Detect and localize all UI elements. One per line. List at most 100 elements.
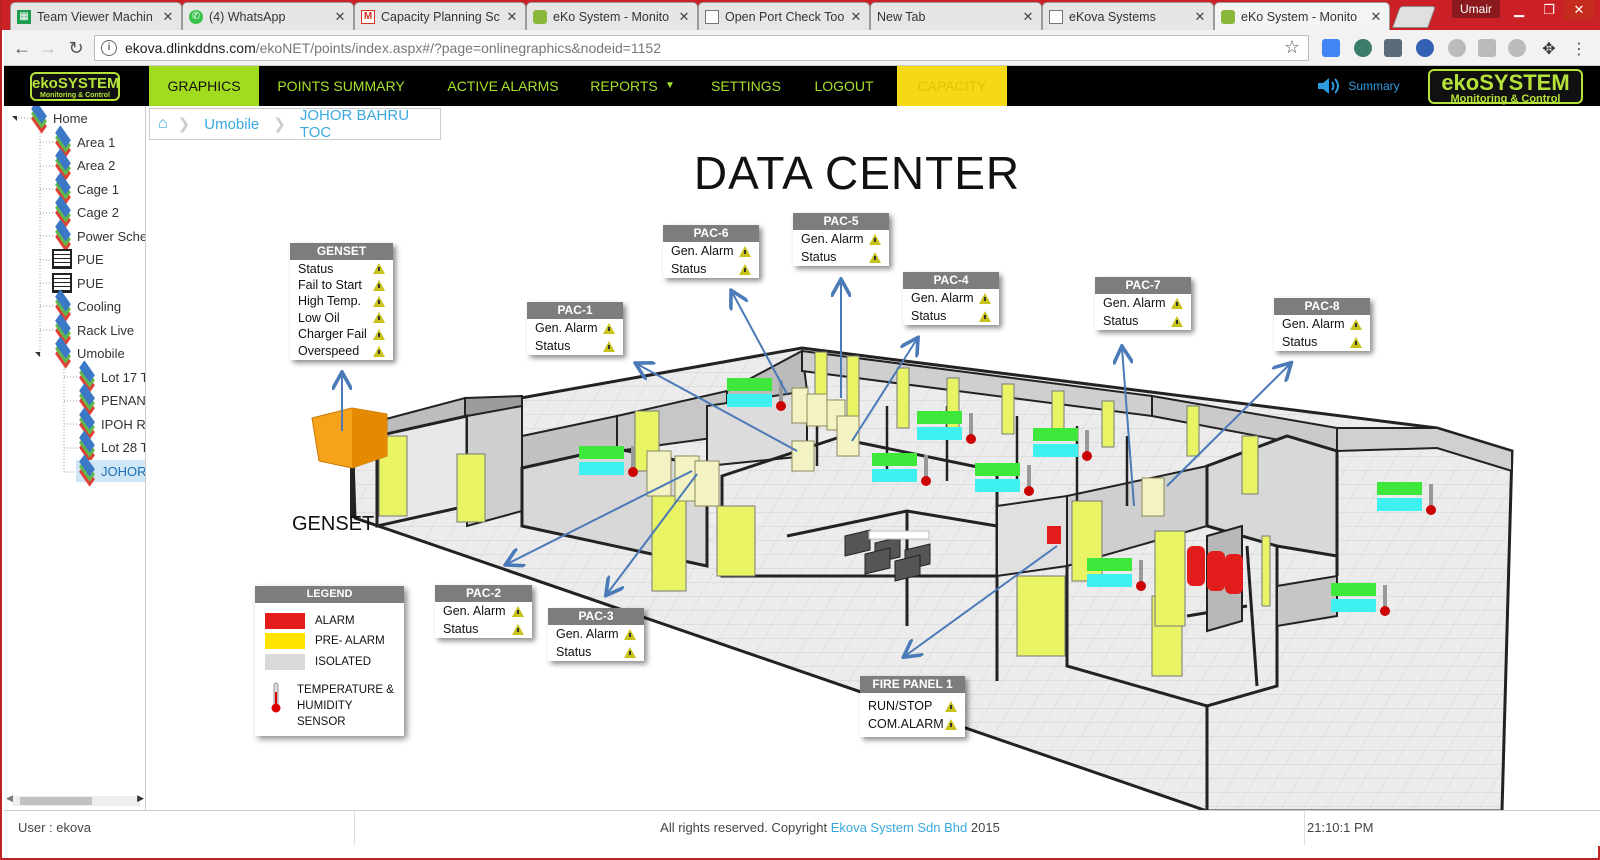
status-row: High Temp.: [290, 293, 393, 309]
status-footer: User : ekova All rights reserved. Copyri…: [4, 810, 1600, 846]
row-label: RUN/STOP: [868, 699, 933, 713]
speaker-icon[interactable]: [1316, 76, 1340, 96]
nav-points-summary[interactable]: POINTS SUMMARY: [266, 66, 416, 106]
pac-8-box[interactable]: PAC-8 Gen. Alarm Status: [1274, 298, 1370, 351]
close-tab-icon[interactable]: ✕: [1021, 9, 1035, 25]
cloud-icon[interactable]: [1508, 39, 1526, 57]
scroll-left-icon[interactable]: ◀: [6, 793, 13, 804]
url-field[interactable]: i ekova.dlinkddns.com/ekoNET/points/inde…: [94, 35, 1309, 61]
globe-icon[interactable]: [1416, 39, 1434, 57]
nav-capacity[interactable]: CAPACITY: [897, 66, 1007, 106]
extension-icon[interactable]: [1354, 39, 1372, 57]
warning-icon: [945, 718, 957, 730]
translate-icon[interactable]: [1322, 39, 1340, 57]
move-icon[interactable]: ✥: [1540, 39, 1558, 58]
pac-6-box[interactable]: PAC-6 Gen. Alarm Status: [663, 225, 759, 278]
nav-settings[interactable]: SETTINGS: [701, 66, 791, 106]
tab-title: eKova Systems: [1069, 9, 1156, 24]
nav-graphics[interactable]: GRAPHICS: [149, 66, 259, 106]
restore-icon[interactable]: ❐: [1534, 0, 1564, 20]
row-label: Gen. Alarm: [911, 291, 974, 305]
logo-subtext: Monitoring & Control: [1450, 93, 1561, 105]
row-label: Gen. Alarm: [556, 627, 619, 641]
tab-eko-system-active[interactable]: eKo System - Monito ✕: [1214, 2, 1390, 30]
menu-icon[interactable]: ⋮: [1570, 39, 1588, 58]
layers-icon: [52, 172, 74, 205]
tab-capacity-planning[interactable]: M Capacity Planning Sc ✕: [354, 2, 526, 30]
tree-label: Cage 1: [77, 181, 119, 197]
pac-1-box[interactable]: PAC-1 Gen. Alarm Status: [527, 302, 623, 355]
close-tab-icon[interactable]: ✕: [1193, 9, 1207, 25]
tree-item-johor[interactable]: JOHOR: [76, 454, 145, 487]
tree-item-power-schematic[interactable]: Power Sche: [52, 219, 146, 252]
genset-status-box[interactable]: GENSET Status Fail to Start High Temp. L…: [290, 243, 393, 360]
extension-icon[interactable]: [1384, 39, 1402, 57]
close-tab-icon[interactable]: ✕: [333, 9, 347, 25]
pac-7-box[interactable]: PAC-7 Gen. Alarm Status: [1095, 277, 1191, 330]
forward-icon[interactable]: →: [38, 38, 58, 58]
collapse-icon: [12, 116, 17, 121]
minimize-icon[interactable]: ▁: [1504, 0, 1534, 20]
close-window-icon[interactable]: ✕: [1564, 0, 1594, 20]
tree-item-home[interactable]: Home: [28, 106, 88, 134]
close-tab-icon[interactable]: ✕: [1369, 9, 1383, 25]
tree-item-lot-28[interactable]: Lot 28 T: [76, 430, 145, 463]
back-icon[interactable]: ←: [12, 38, 32, 58]
dropbox-icon[interactable]: [1478, 39, 1496, 57]
tab-ekova-systems[interactable]: eKova Systems ✕: [1042, 2, 1214, 30]
sidebar-horizontal-scrollbar[interactable]: ◀ ▶: [6, 793, 144, 806]
nav-logout[interactable]: LOGOUT: [804, 66, 884, 106]
new-tab-button[interactable]: [1391, 6, 1437, 28]
reload-icon[interactable]: ↻: [66, 38, 86, 58]
tree-item-lot-17[interactable]: Lot 17 T: [76, 360, 145, 393]
tab-open-port-check[interactable]: Open Port Check Too ✕: [698, 2, 870, 30]
nav-active-alarms[interactable]: ACTIVE ALARMS: [429, 66, 577, 106]
url-path: /ekoNET/points/index.aspx#/?page=onlineg…: [255, 40, 662, 56]
pac-4-box[interactable]: PAC-4 Gen. Alarm Status: [903, 272, 999, 325]
close-tab-icon[interactable]: ✕: [849, 9, 863, 25]
copyright-year: 2015: [967, 820, 1000, 835]
bookmark-star-icon[interactable]: ☆: [1284, 37, 1300, 58]
reports-caret-icon[interactable]: ▼: [662, 66, 678, 106]
tree-item-cage-2[interactable]: Cage 2: [52, 195, 119, 228]
copyright-link[interactable]: Ekova System Sdn Bhd: [831, 820, 968, 835]
scroll-right-icon[interactable]: ▶: [137, 793, 144, 804]
footer-time: 21:10:1 PM: [1307, 820, 1374, 835]
tree-item-penang[interactable]: PENANG: [76, 383, 145, 416]
skype-icon[interactable]: [1448, 39, 1466, 57]
tree-item-ipoh[interactable]: IPOH RN: [76, 407, 145, 440]
profile-badge[interactable]: Umair: [1452, 0, 1500, 18]
box-title: FIRE PANEL 1: [860, 676, 965, 693]
row-label: Status: [911, 309, 947, 323]
tree-label: Power Sche: [77, 228, 146, 244]
pac-3-box[interactable]: PAC-3 Gen. Alarm Status: [548, 608, 644, 661]
pac-2-box[interactable]: PAC-2 Gen. Alarm Status: [435, 585, 532, 638]
legend-item-pre-alarm: PRE- ALARM: [265, 633, 385, 649]
tree-item-area-2[interactable]: Area 2: [52, 148, 115, 181]
row-label: Fail to Start: [298, 278, 362, 292]
close-tab-icon[interactable]: ✕: [677, 9, 691, 25]
box-title: PAC-1: [527, 302, 623, 319]
scroll-thumb[interactable]: [20, 797, 92, 805]
pac-5-box[interactable]: PAC-5 Gen. Alarm Status: [793, 213, 889, 266]
tree-item-pue-1[interactable]: PUE: [52, 248, 104, 270]
info-icon[interactable]: i: [101, 40, 117, 56]
close-tab-icon[interactable]: ✕: [161, 9, 175, 25]
tab-new-tab[interactable]: New Tab ✕: [870, 2, 1042, 30]
tree-item-cooling[interactable]: Cooling: [52, 289, 121, 322]
status-row: Charger Fail: [290, 326, 393, 342]
tab-teamviewer[interactable]: ▦ Team Viewer Machin ✕: [10, 2, 182, 30]
tree-item-rack-live[interactable]: Rack Live: [52, 313, 134, 346]
tree-label: Umobile: [77, 345, 125, 361]
warning-icon: [1350, 336, 1362, 348]
summary-link[interactable]: Summary: [1344, 66, 1404, 106]
collapse-icon: [35, 352, 40, 357]
legend-label: ISOLATED: [315, 656, 372, 668]
close-tab-icon[interactable]: ✕: [505, 9, 519, 25]
tab-eko-system-1[interactable]: eKo System - Monito ✕: [526, 2, 698, 30]
warning-icon: [603, 340, 615, 352]
nav-reports[interactable]: REPORTS: [589, 66, 659, 106]
fire-panel-1-box[interactable]: FIRE PANEL 1 RUN/STOP COM.ALARM: [860, 676, 965, 737]
tree-item-umobile[interactable]: Umobile: [52, 336, 125, 369]
tab-whatsapp[interactable]: ✆ (4) WhatsApp ✕: [182, 2, 354, 30]
